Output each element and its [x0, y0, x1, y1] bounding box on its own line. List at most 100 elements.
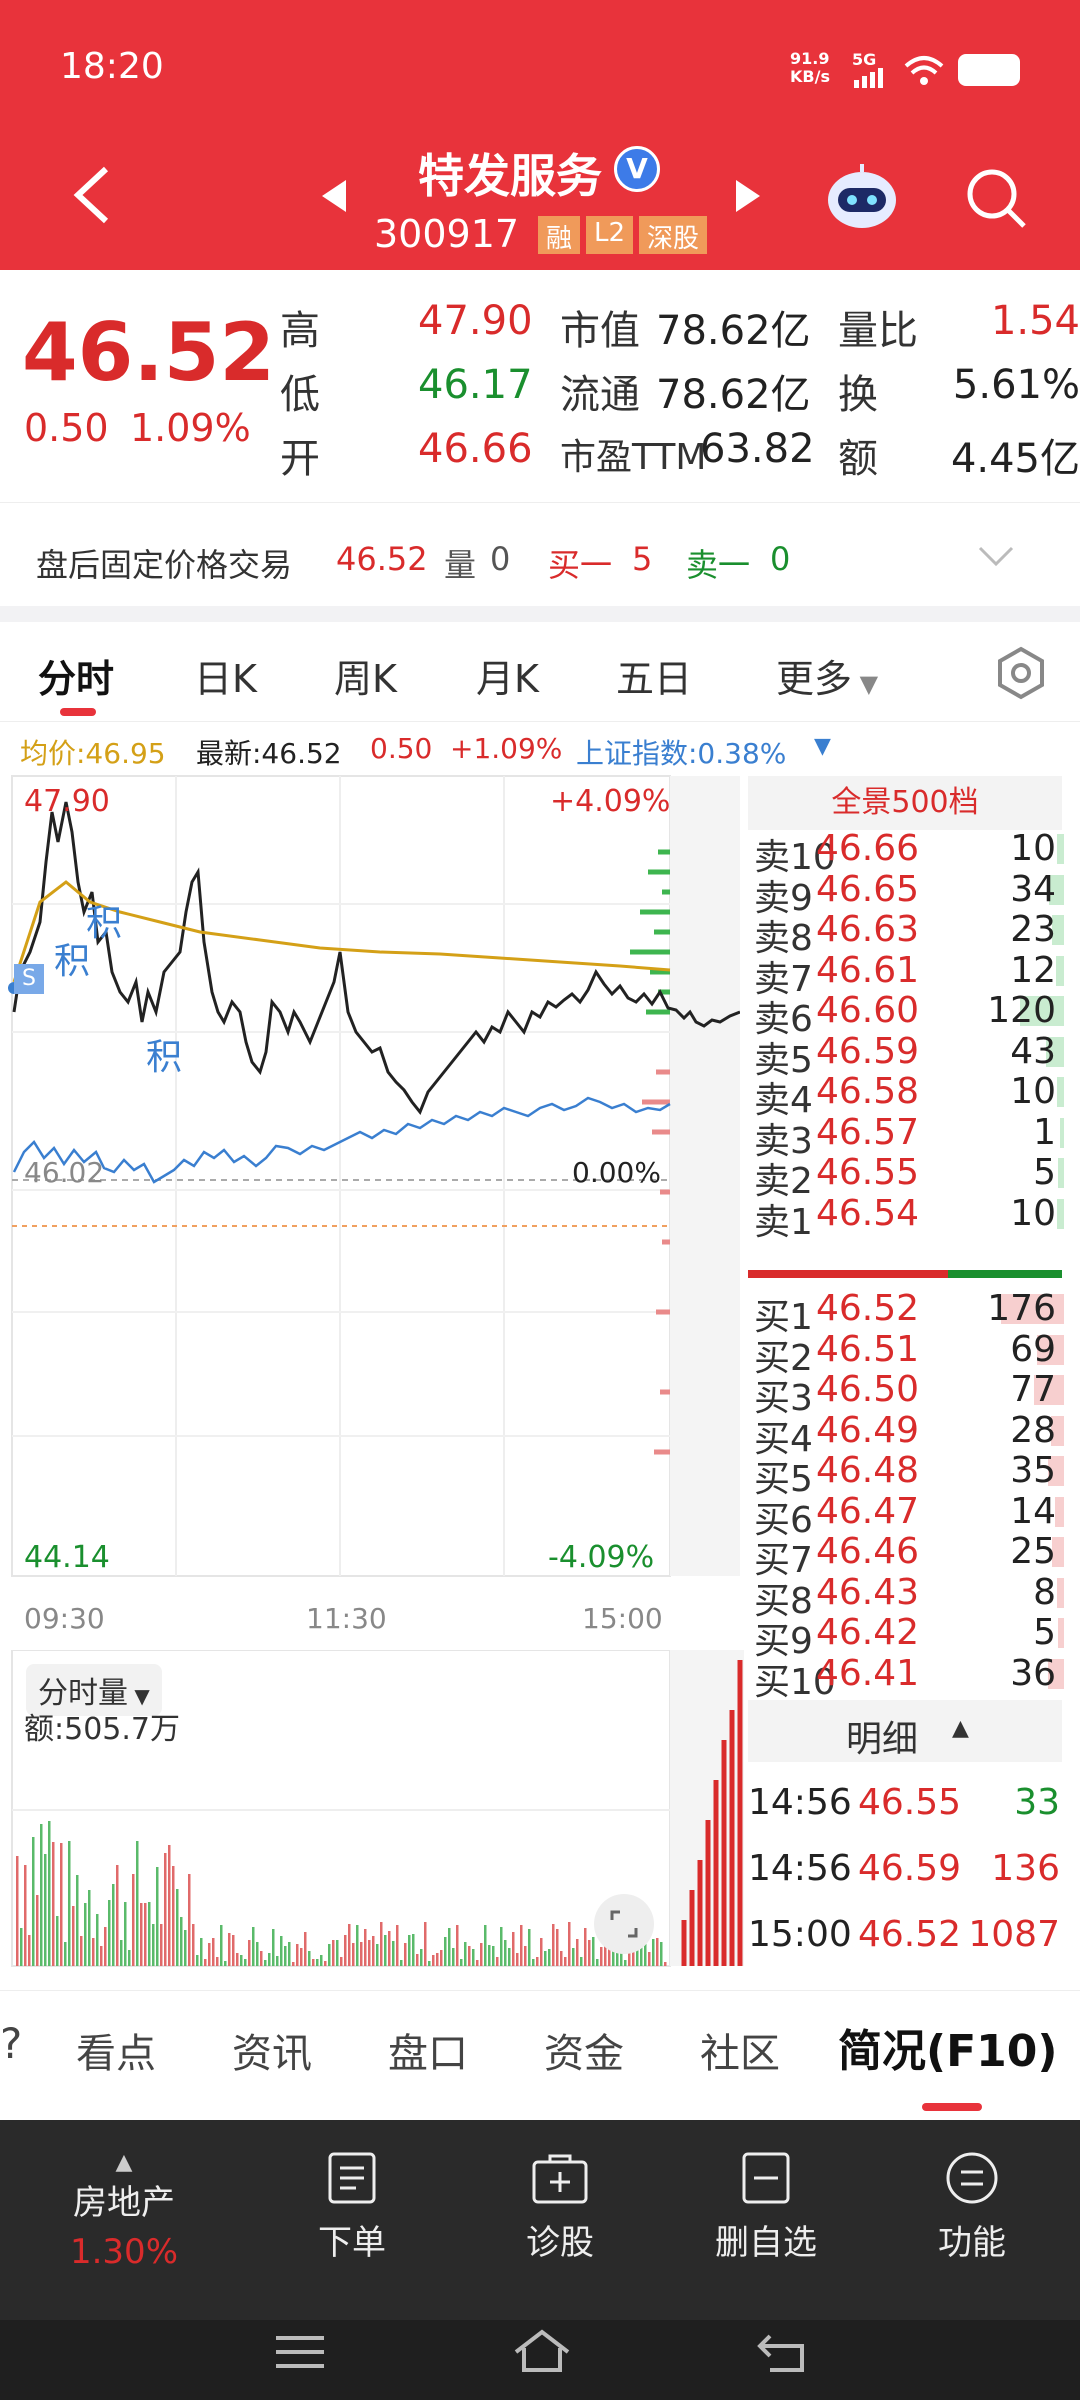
y-axis-bottom-pct: -4.09% — [548, 1540, 655, 1575]
ask-level-row[interactable]: 卖7 46.61 12 — [746, 950, 1064, 1000]
bid-level-row[interactable]: 买1 46.52 176 — [746, 1288, 1064, 1338]
bid-level-row[interactable]: 买8 46.43 8 — [746, 1572, 1064, 1622]
after-hours-row[interactable]: 盘后固定价格交易 46.52 量 0 买一 5 卖一 0 — [0, 520, 1080, 600]
ask-price: 46.57 — [816, 1111, 920, 1153]
trade-row: 14:56 46.59 136 — [746, 1848, 1064, 1898]
bid-volume-bar — [1058, 1618, 1064, 1648]
volume-bar — [424, 1922, 427, 1966]
bid-level-row[interactable]: 买2 46.51 69 — [746, 1328, 1064, 1379]
volume-bar — [656, 1938, 659, 1966]
back-icon[interactable] — [70, 165, 114, 225]
tab-monthly-k[interactable]: 月K — [476, 648, 539, 703]
volume-bar — [260, 1951, 263, 1966]
remove-watchlist-button[interactable]: 删自选 — [686, 2150, 846, 2264]
bid-level-row[interactable]: 买7 46.46 25 — [746, 1531, 1064, 1581]
sector-name: 房地产 — [73, 2183, 175, 2223]
volume-bars — [16, 1821, 667, 1966]
back-nav-icon[interactable] — [756, 2328, 812, 2376]
sell-signal-marker[interactable]: S — [14, 964, 44, 994]
search-icon[interactable] — [964, 166, 1028, 230]
index-dropdown-icon[interactable]: ▼ — [814, 734, 831, 759]
volume-bar — [420, 1949, 423, 1966]
ask-vol: 23 — [1010, 909, 1056, 950]
after-hours-label: 盘后固定价格交易 — [36, 546, 293, 584]
bid-level-row[interactable]: 买4 46.49 28 — [746, 1409, 1064, 1460]
ask-level-row[interactable]: 卖1 46.54 10 — [746, 1193, 1064, 1243]
bid-level-row[interactable]: 买10 46.41 36 — [746, 1652, 1064, 1703]
tab-weekly-k[interactable]: 周K — [334, 648, 397, 703]
volume-bar — [272, 1929, 275, 1966]
chevron-down-icon[interactable] — [976, 544, 1016, 570]
volume-bar — [436, 1953, 439, 1966]
bid-level-row[interactable]: 买9 46.42 5 — [746, 1612, 1064, 1662]
robot-assistant-icon[interactable] — [822, 160, 902, 232]
expand-icon[interactable] — [594, 1894, 654, 1954]
volume-bar — [64, 1942, 67, 1966]
tab-highlights[interactable]: 看点 — [76, 2021, 156, 2079]
trade-detail-header[interactable]: 明细 ▲ — [748, 1700, 1062, 1762]
sector-pct: 1.30% — [69, 2232, 178, 2272]
volume-bar — [304, 1932, 307, 1966]
ask-level-row[interactable]: 卖10 46.66 10 — [746, 828, 1064, 878]
bid-level-row[interactable]: 买3 46.50 77 — [746, 1369, 1064, 1419]
tab-five-day[interactable]: 五日 — [616, 648, 692, 703]
tab-company-profile[interactable]: 简况(F10) — [838, 2015, 1058, 2079]
ask-level-row[interactable]: 卖8 46.63 23 — [746, 909, 1064, 959]
amount-value: 4.45亿 — [950, 436, 1080, 482]
volume-amount: 额:505.7万 — [24, 1712, 180, 1747]
bid-price: 46.50 — [816, 1369, 920, 1410]
after-hours-buy: 5 — [632, 540, 653, 578]
trade-price: 46.59 — [858, 1848, 962, 1889]
avg-price-label: 均价:46.95 — [20, 737, 166, 770]
tab-capital-flow[interactable]: 资金 — [544, 2021, 624, 2079]
volume-bar — [176, 1889, 179, 1966]
y-axis-mid-price: 46.02 — [24, 1156, 105, 1189]
volume-bar — [360, 1942, 363, 1966]
menu-icon[interactable] — [272, 2330, 328, 2374]
order-button[interactable]: 下单 — [272, 2150, 432, 2264]
home-icon[interactable] — [510, 2326, 574, 2376]
volume-bar — [520, 1925, 523, 1966]
ask-level-row[interactable]: 卖2 46.55 5 — [746, 1152, 1064, 1202]
sector-button[interactable]: ▲ 房地产 1.30% — [44, 2150, 204, 2272]
ask-level-row[interactable]: 卖3 46.57 1 — [746, 1111, 1064, 1162]
volume-bar — [100, 1946, 103, 1966]
order-book-depth-button[interactable]: 全景500档 — [748, 776, 1062, 830]
prev-stock-icon[interactable] — [318, 178, 348, 214]
volume-bar — [376, 1944, 379, 1966]
next-stock-icon[interactable] — [734, 178, 764, 214]
bid-vol: 69 — [1010, 1328, 1056, 1370]
volume-chart[interactable]: 分时量 ▼ 额:505.7万 — [0, 1600, 745, 1980]
tab-order-book[interactable]: 盘口 — [388, 2021, 468, 2079]
section-gap — [0, 606, 1080, 622]
volume-bar — [300, 1948, 303, 1966]
ask-level-row[interactable]: 卖4 46.58 10 — [746, 1071, 1064, 1121]
volume-bar — [148, 1902, 151, 1966]
index-compare-label[interactable]: 上证指数:0.38% — [576, 732, 786, 772]
function-button[interactable]: 功能 — [892, 2150, 1052, 2264]
ask-level-row[interactable]: 卖9 46.65 34 — [746, 869, 1064, 919]
volume-bar — [232, 1935, 235, 1966]
intraday-chart[interactable]: 47.90 +4.09% 46.02 0.00% 44.14 -4.09% S … — [0, 772, 740, 1635]
tab-more[interactable]: 更多 ▼ — [776, 648, 878, 703]
ask-level-row[interactable]: 卖5 46.59 43 — [746, 1031, 1064, 1081]
bid-vol: 36 — [1010, 1652, 1056, 1694]
tab-news[interactable]: 资讯 — [232, 2021, 312, 2079]
tab-daily-k[interactable]: 日K — [194, 648, 257, 703]
tab-community[interactable]: 社区 — [700, 2021, 780, 2079]
bid-level-row[interactable]: 买5 46.48 35 — [746, 1450, 1064, 1500]
ask-volume-bar — [1056, 955, 1064, 986]
volume-bar — [464, 1942, 467, 1966]
volume-bar — [324, 1961, 327, 1966]
settings-icon[interactable] — [994, 646, 1048, 700]
ask-level-row[interactable]: 卖6 46.60 120 — [746, 990, 1064, 1040]
diagnose-button[interactable]: 诊股 — [480, 2150, 640, 2264]
volume-bar — [444, 1937, 447, 1966]
volume-bar — [204, 1959, 207, 1966]
bid-vol: 28 — [1010, 1409, 1056, 1451]
tab-intraday[interactable]: 分时 — [38, 648, 114, 703]
trade-detail-title: 明细 — [846, 1719, 919, 1760]
volume-bar — [116, 1865, 119, 1966]
bid-level-row[interactable]: 买6 46.47 14 — [746, 1491, 1064, 1541]
bid-vol: 77 — [1010, 1369, 1056, 1410]
